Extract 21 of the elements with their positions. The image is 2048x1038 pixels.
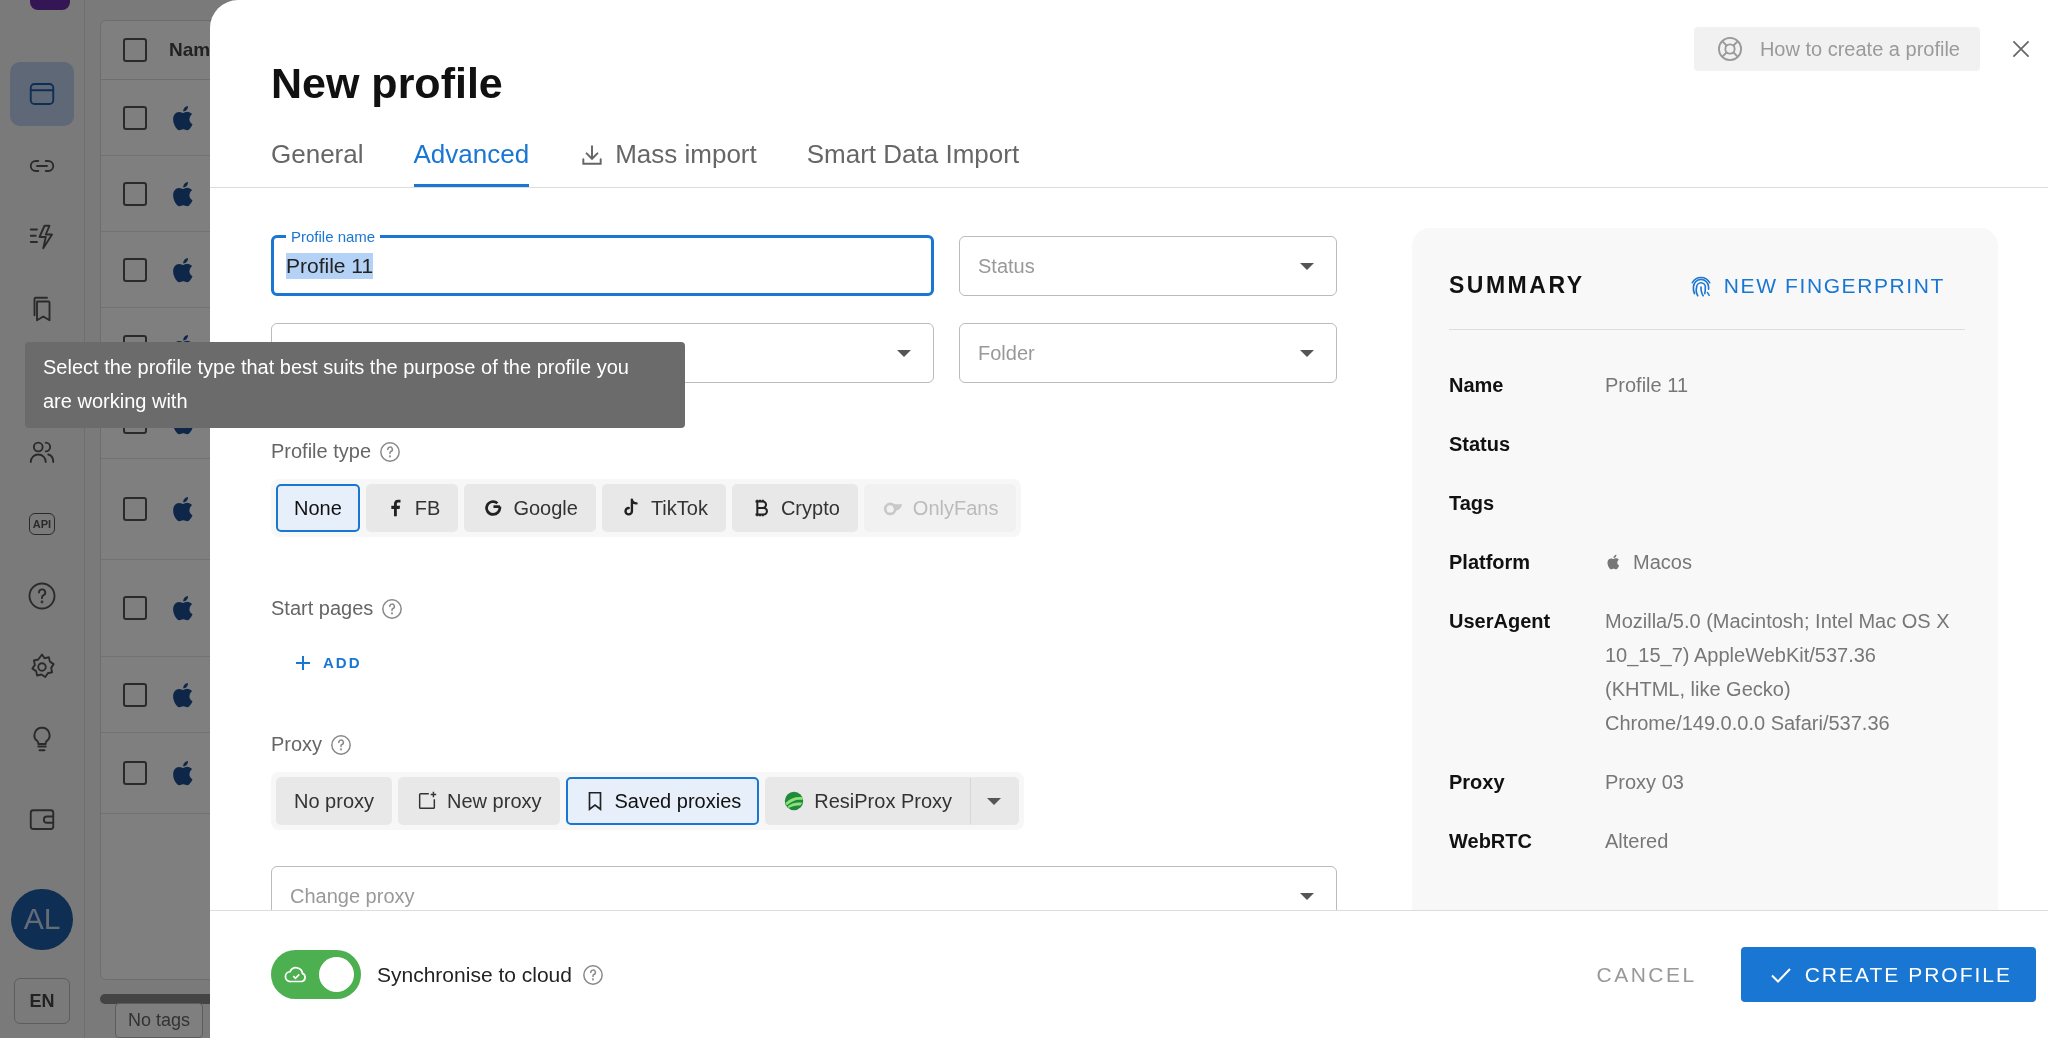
summary-value: Mozilla/5.0 (Macintosh; Intel Mac OS X 10_15_7) AppleWebKit/537.36 (KHTML, like Gecko) Chrome/149.0.0.0 Safari/537.36 (1605, 609, 1950, 737)
api-icon: API (28, 512, 56, 535)
column-header: Nam (169, 39, 211, 61)
summary-label: Tags (1449, 491, 1496, 517)
section-label: Proxy (271, 733, 323, 757)
summary-value: Altered (1605, 829, 1669, 855)
summary-value: Macos (1633, 550, 1692, 576)
summary-value: Proxy 03 (1605, 770, 1684, 796)
sync-label: Synchronise to cloud (377, 962, 572, 987)
summary-title: SUMMARY (1449, 272, 1585, 300)
summary-label: Name (1449, 373, 1505, 399)
section-label: Profile type (271, 440, 372, 464)
summary-label: Proxy (1449, 770, 1506, 796)
summary-value: Profile 11 (1605, 373, 1688, 399)
section-label: Start pages (271, 597, 374, 621)
dialog-title: New profile (271, 60, 504, 108)
summary-label: Status (1449, 432, 1512, 458)
summary-label: Platform (1449, 550, 1532, 576)
summary-label: UserAgent (1449, 609, 1552, 635)
summary-label: WebRTC (1449, 829, 1533, 855)
tooltip: Select the profile type that best suits the purpose of the profile you are working with (25, 342, 685, 428)
